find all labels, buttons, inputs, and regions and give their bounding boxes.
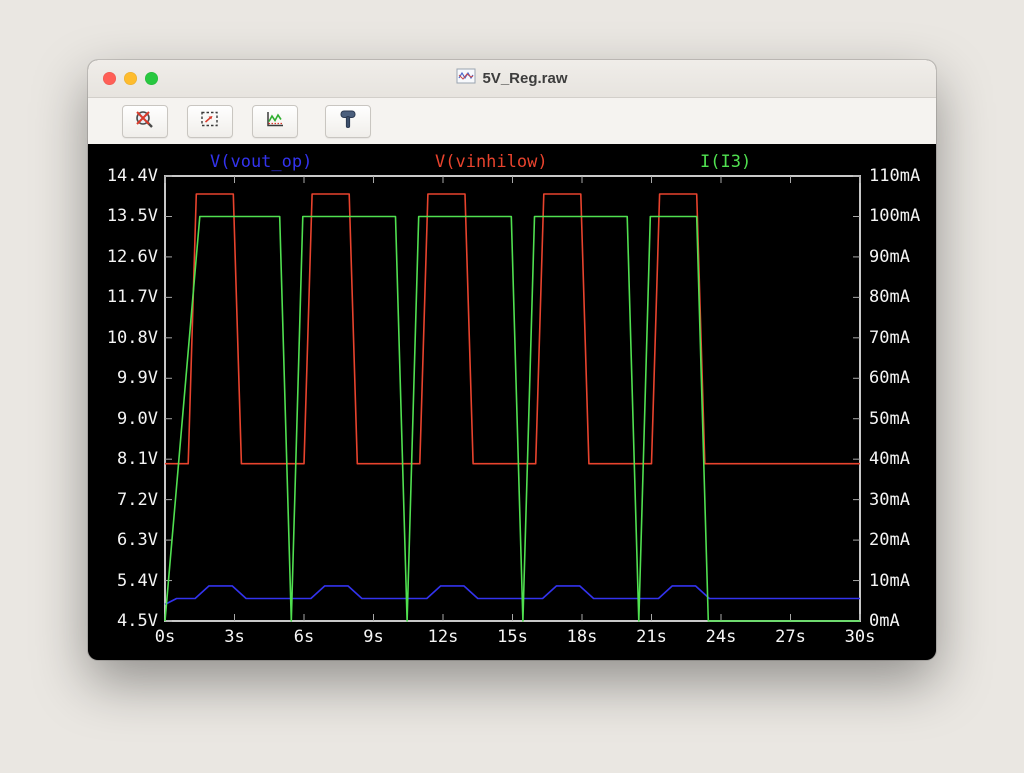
window-title: 5V_Reg.raw bbox=[482, 70, 567, 87]
right-axis-tick-label: 90mA bbox=[869, 247, 934, 267]
desktop-background: 5V_Reg.raw bbox=[0, 0, 1024, 773]
left-axis-tick-label: 6.3V bbox=[88, 530, 158, 550]
window-titlebar[interactable]: 5V_Reg.raw bbox=[88, 60, 936, 98]
toolbar bbox=[88, 98, 936, 144]
waveform-plot-panel[interactable]: V(vout_op) V(vinhilow) I(I3) 14.4V 13.5V 12.… bbox=[88, 144, 936, 659]
x-axis-tick-label: 12s bbox=[413, 627, 473, 647]
left-axis-tick-label: 11.7V bbox=[88, 287, 158, 307]
dashed-selection-box-icon bbox=[198, 109, 222, 134]
x-axis-tick-label: 6s bbox=[274, 627, 334, 647]
title-group: 5V_Reg.raw bbox=[456, 68, 567, 89]
x-axis-tick-label: 15s bbox=[483, 627, 543, 647]
left-axis-tick-label: 10.8V bbox=[88, 328, 158, 348]
left-axis-tick-label: 9.0V bbox=[88, 409, 158, 429]
waveform-viewer-window: 5V_Reg.raw bbox=[88, 60, 936, 660]
plot-canvas[interactable] bbox=[88, 144, 936, 659]
left-axis-tick-label: 7.2V bbox=[88, 490, 158, 510]
left-axis-tick-label: 8.1V bbox=[88, 449, 158, 469]
fullscreen-button[interactable] bbox=[145, 72, 158, 85]
traffic-lights bbox=[103, 60, 158, 97]
hammer-icon bbox=[336, 108, 360, 135]
minimize-button[interactable] bbox=[124, 72, 137, 85]
x-axis-tick-label: 0s bbox=[135, 627, 195, 647]
trace-V(vout_op)[interactable] bbox=[165, 586, 860, 605]
legend-V(vout_op)[interactable]: V(vout_op) bbox=[210, 152, 312, 172]
mini-plot-axes-icon bbox=[263, 109, 287, 134]
x-axis-tick-label: 21s bbox=[622, 627, 682, 647]
right-axis-tick-label: 10mA bbox=[869, 571, 934, 591]
magnifier-red-x-icon bbox=[133, 109, 157, 134]
x-axis-tick-label: 24s bbox=[691, 627, 751, 647]
x-axis-tick-label: 18s bbox=[552, 627, 612, 647]
waveform-doc-icon bbox=[456, 68, 476, 89]
right-axis-tick-label: 80mA bbox=[869, 287, 934, 307]
right-axis-tick-label: 30mA bbox=[869, 490, 934, 510]
zoom-back-button[interactable] bbox=[122, 105, 168, 138]
autorange-y-button[interactable] bbox=[252, 105, 298, 138]
x-axis-tick-label: 9s bbox=[344, 627, 404, 647]
left-axis-tick-label: 12.6V bbox=[88, 247, 158, 267]
x-axis-tick-label: 27s bbox=[761, 627, 821, 647]
right-axis-tick-label: 100mA bbox=[869, 206, 934, 226]
zoom-area-button[interactable] bbox=[187, 105, 233, 138]
trace-I(I3)[interactable] bbox=[165, 217, 860, 622]
close-button[interactable] bbox=[103, 72, 116, 85]
right-axis-tick-label: 110mA bbox=[869, 166, 934, 186]
x-axis-tick-label: 30s bbox=[830, 627, 890, 647]
right-axis-tick-label: 60mA bbox=[869, 368, 934, 388]
right-axis-tick-label: 50mA bbox=[869, 409, 934, 429]
right-axis-tick-label: 70mA bbox=[869, 328, 934, 348]
legend-V(vinhilow)[interactable]: V(vinhilow) bbox=[435, 152, 548, 172]
left-axis-tick-label: 9.9V bbox=[88, 368, 158, 388]
legend-I(I3)[interactable]: I(I3) bbox=[700, 152, 751, 172]
left-axis-tick-label: 13.5V bbox=[88, 206, 158, 226]
control-panel-button[interactable] bbox=[325, 105, 371, 138]
left-axis-tick-label: 5.4V bbox=[88, 571, 158, 591]
left-axis-tick-label: 14.4V bbox=[88, 166, 158, 186]
x-axis-tick-label: 3s bbox=[205, 627, 265, 647]
right-axis-tick-label: 20mA bbox=[869, 530, 934, 550]
right-axis-tick-label: 40mA bbox=[869, 449, 934, 469]
